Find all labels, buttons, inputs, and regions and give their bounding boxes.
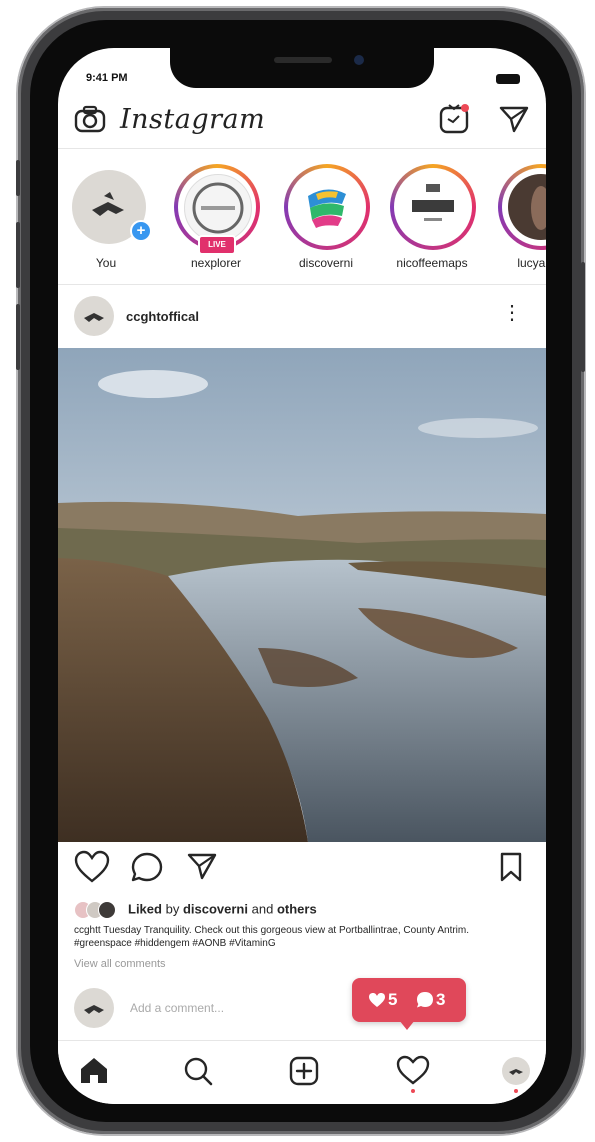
avatar	[184, 174, 252, 242]
speaker-grill	[274, 57, 332, 63]
likes-line: Liked by discoverni and others	[74, 901, 317, 919]
notch	[170, 48, 434, 88]
post-photo[interactable]	[58, 348, 546, 842]
post-caption: ccghtt Tuesday Tranquility. Check out th…	[74, 925, 470, 949]
front-camera	[354, 55, 364, 65]
comment-icon	[417, 992, 433, 1008]
live-badge: LIVE	[198, 235, 236, 255]
more-options-icon[interactable]: ⋮	[502, 300, 522, 325]
avatar[interactable]	[502, 1057, 530, 1085]
plus-square-icon[interactable]	[288, 1055, 320, 1087]
side-button-mute	[16, 160, 20, 196]
home-icon[interactable]	[78, 1055, 110, 1085]
side-button-volume-down	[16, 304, 20, 370]
avatar[interactable]	[74, 296, 114, 336]
heart-icon[interactable]	[74, 850, 110, 884]
liked-and: and	[251, 901, 274, 917]
liked-by-word: by	[165, 901, 180, 917]
add-story-icon[interactable]: +	[130, 220, 152, 242]
comment-icon[interactable]	[130, 851, 164, 883]
story-label: discoverni	[298, 256, 354, 270]
post-actions	[58, 848, 546, 888]
bookmark-icon[interactable]	[498, 851, 524, 883]
profile-dot	[514, 1089, 518, 1093]
story-label: You	[95, 256, 117, 270]
story-label: nicoffeemaps	[396, 256, 468, 270]
likes-count: 5	[388, 990, 398, 1009]
add-comment-input[interactable]: Add a comment...	[130, 1001, 224, 1015]
story-label: nexplorer	[190, 256, 242, 270]
post-header: ccghtoffical ⋮	[58, 286, 546, 346]
heart-icon	[369, 993, 385, 1007]
liked-by-user[interactable]: discoverni	[183, 901, 248, 916]
battery-icon	[496, 74, 520, 84]
instagram-logo: Instagram	[120, 104, 266, 135]
search-icon[interactable]	[182, 1055, 214, 1087]
app-header: Instagram	[58, 94, 546, 144]
notification-pointer	[399, 1020, 415, 1030]
liker-avatars	[74, 901, 122, 919]
phone-screen: 9:41 PM Instagram + You LIVE nexplorer d…	[58, 48, 546, 1104]
camera-icon[interactable]	[74, 105, 106, 133]
avatar	[294, 174, 360, 240]
side-button-volume-up	[16, 222, 20, 288]
comments-count: 3	[436, 990, 446, 1009]
activity-notification-bubble: 5 3	[352, 978, 466, 1030]
heart-icon[interactable]	[396, 1055, 430, 1085]
stories-divider	[58, 284, 546, 285]
view-all-comments[interactable]: View all comments	[74, 958, 166, 970]
story-label: lucyarbe	[517, 256, 546, 270]
bottom-tab-bar	[58, 1040, 546, 1104]
status-time: 9:41 PM	[86, 72, 128, 84]
paper-plane-icon[interactable]	[498, 104, 530, 134]
stories-row: + You LIVE nexplorer discoverni nicoffee…	[58, 158, 546, 278]
avatar	[74, 988, 114, 1028]
side-button-power	[581, 262, 585, 372]
add-comment-row: Add a comment...	[58, 984, 546, 1030]
liked-others[interactable]: others	[277, 901, 317, 916]
activity-dot	[411, 1089, 415, 1093]
igtv-icon[interactable]	[438, 102, 470, 134]
post-username[interactable]: ccghtoffical	[126, 309, 199, 324]
liked-prefix: Liked	[128, 901, 162, 917]
header-divider	[58, 148, 546, 149]
paper-plane-icon[interactable]	[186, 851, 218, 881]
avatar	[400, 174, 466, 240]
